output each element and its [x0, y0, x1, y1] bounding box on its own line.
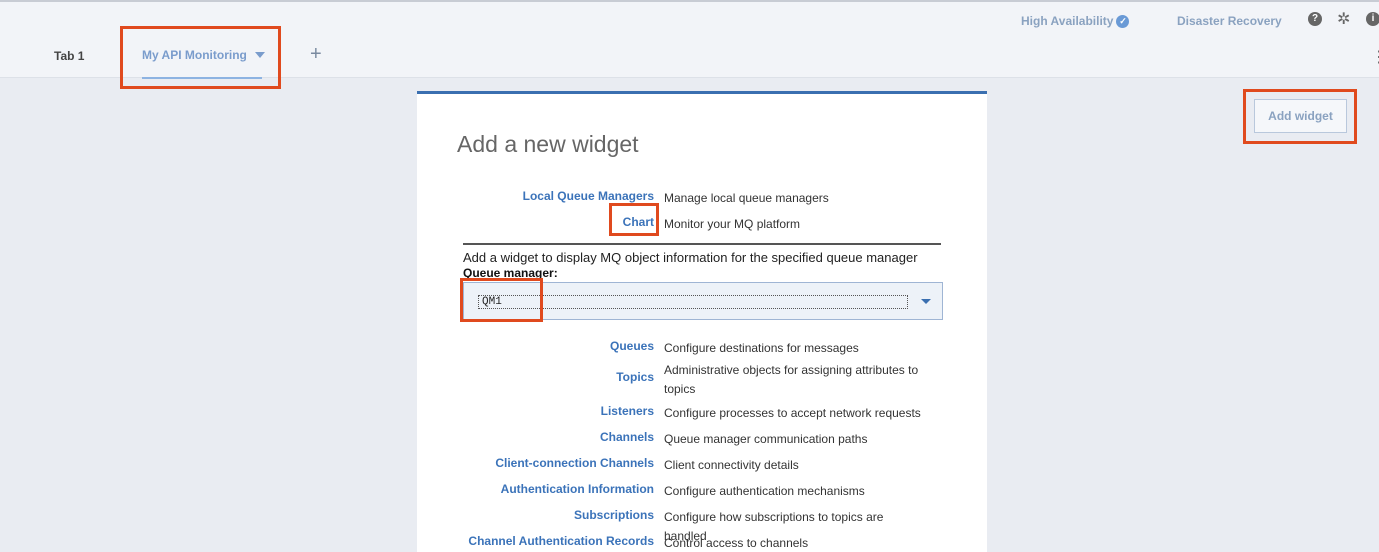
subscriptions-link[interactable]: Subscriptions [574, 508, 654, 522]
divider [463, 243, 941, 245]
check-circle-icon: ✓ [1116, 14, 1130, 28]
high-availability-label: High Availability [1021, 14, 1114, 28]
high-availability-link[interactable]: High Availability ✓ [1021, 14, 1130, 28]
item-description: Configure destinations for messages [664, 341, 859, 355]
gear-icon[interactable]: ✲ [1337, 9, 1350, 29]
channels-link[interactable]: Channels [600, 430, 654, 444]
item-description: Administrative objects for assigning att… [664, 363, 919, 396]
add-widget-panel: Add a new widget Local Queue Managers Ma… [417, 91, 987, 552]
channel-authentication-records-link[interactable]: Channel Authentication Records [468, 534, 654, 548]
chart-link[interactable]: Chart [623, 215, 654, 229]
item-description: Configure authentication mechanisms [664, 484, 865, 498]
chevron-down-icon[interactable] [254, 52, 265, 58]
queue-manager-heading: Add a widget to display MQ object inform… [463, 250, 918, 265]
topics-link[interactable]: Topics [616, 370, 654, 384]
tab-label: My API Monitoring [142, 48, 247, 62]
add-tab-button[interactable]: + [310, 43, 322, 66]
help-icon[interactable]: ? [1308, 12, 1322, 26]
queue-manager-value: QM1 [478, 295, 908, 309]
local-queue-managers-link[interactable]: Local Queue Managers [523, 189, 654, 203]
active-tab-indicator [142, 77, 262, 79]
item-description: Configure processes to accept network re… [664, 406, 921, 420]
item-description: Manage local queue managers [664, 191, 829, 205]
tab-my-api-monitoring[interactable]: My API Monitoring [142, 48, 265, 62]
info-icon[interactable]: i [1366, 12, 1379, 26]
listeners-link[interactable]: Listeners [601, 404, 654, 418]
queue-manager-select[interactable]: QM1 [463, 282, 943, 320]
tab-1[interactable]: Tab 1 [54, 49, 84, 63]
queues-link[interactable]: Queues [610, 339, 654, 353]
item-description: Monitor your MQ platform [664, 217, 801, 231]
chevron-down-icon[interactable] [921, 299, 931, 304]
panel-title: Add a new widget [457, 131, 639, 157]
top-bar: High Availability ✓ Disaster Recovery ? … [0, 0, 1379, 79]
item-description: Control access to channels [664, 536, 809, 550]
overflow-menu-icon[interactable]: ⋮ [1371, 50, 1379, 66]
item-description: Queue manager communication paths [664, 432, 868, 446]
client-connection-channels-link[interactable]: Client-connection Channels [495, 456, 654, 470]
add-widget-button[interactable]: Add widget [1254, 99, 1347, 133]
item-description: Client connectivity details [664, 458, 799, 472]
disaster-recovery-link[interactable]: Disaster Recovery [1177, 14, 1282, 28]
authentication-information-link[interactable]: Authentication Information [501, 482, 654, 496]
queue-manager-label: Queue manager: [463, 266, 558, 280]
